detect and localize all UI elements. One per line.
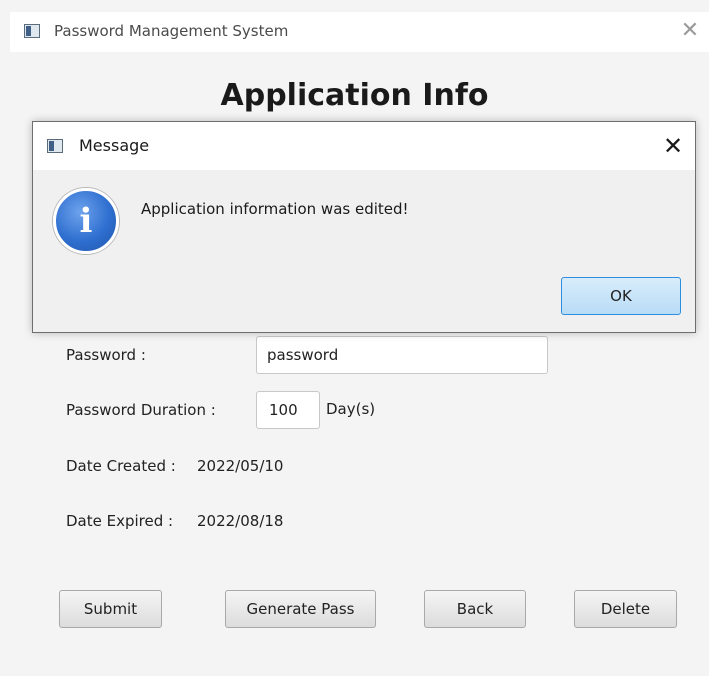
dialog-window-icon [47,139,63,153]
dialog-title: Message [79,136,150,155]
message-dialog: Message ✕ i Application information was … [32,121,696,333]
password-label: Password : [66,346,146,364]
date-created-value: 2022/05/10 [197,457,284,475]
password-duration-input[interactable] [256,391,320,429]
dialog-titlebar: Message ✕ [33,122,695,170]
dialog-close-icon[interactable]: ✕ [657,130,689,162]
ok-button[interactable]: OK [561,277,681,315]
main-window: Password Management System ✕ Application… [0,0,709,676]
info-icon: i [53,188,119,254]
back-button[interactable]: Back [424,590,526,628]
password-input[interactable] [256,336,548,374]
duration-unit-label: Day(s) [326,400,376,418]
app-window-icon [24,24,40,38]
date-created-label: Date Created : [66,457,176,475]
window-title: Password Management System [54,22,289,40]
generate-pass-button[interactable]: Generate Pass [225,590,376,628]
submit-button[interactable]: Submit [59,590,162,628]
password-duration-label: Password Duration : [66,401,216,419]
delete-button[interactable]: Delete [574,590,677,628]
date-expired-value: 2022/08/18 [197,512,284,530]
window-titlebar: Password Management System ✕ [10,12,709,52]
dialog-message: Application information was edited! [141,200,409,218]
page-title: Application Info [220,78,489,113]
date-expired-label: Date Expired : [66,512,174,530]
close-icon[interactable]: ✕ [675,16,705,46]
